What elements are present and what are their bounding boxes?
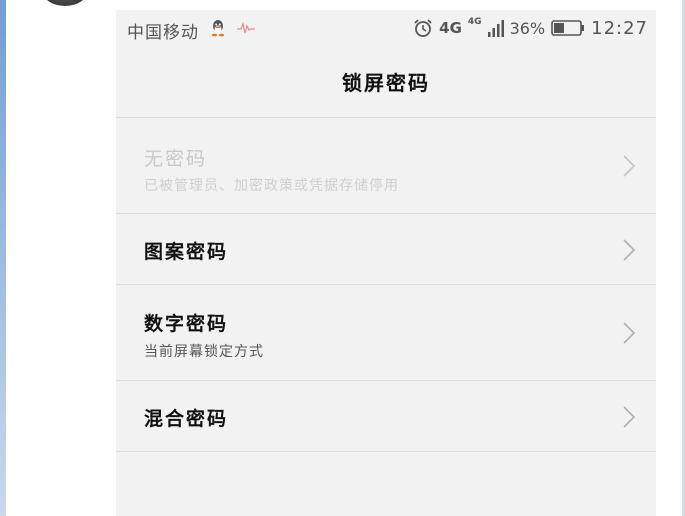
title-bar: 锁屏密码: [116, 46, 656, 118]
option-pin-password[interactable]: 数字密码 当前屏幕锁定方式: [116, 285, 656, 381]
pulse-icon: [237, 22, 255, 34]
network-type: 4G: [439, 19, 462, 37]
option-label: 图案密码: [144, 241, 229, 263]
option-pattern-password[interactable]: 图案密码: [116, 214, 656, 285]
qq-icon: [211, 20, 225, 37]
option-no-password[interactable]: 无密码 已被管理员、加密政策或凭据存储停用: [116, 118, 656, 214]
page-title: 锁屏密码: [342, 71, 430, 95]
network-type-small: 4G: [467, 17, 482, 27]
alarm-icon: [414, 19, 432, 37]
option-label: 数字密码: [144, 313, 229, 335]
option-label: 混合密码: [144, 408, 229, 430]
carrier-name: 中国移动: [127, 23, 199, 43]
chevron-right-icon: [623, 155, 636, 177]
screenshot-canvas: 中国移动 4G 4G 36% 12:27 锁屏密码 无密码 已被管理员、加密政策…: [0, 0, 685, 516]
status-right: 4G 4G 36% 12:27: [413, 16, 648, 40]
status-time: 12:27: [591, 17, 648, 39]
chevron-right-icon: [623, 322, 636, 344]
lock-option-list: 无密码 已被管理员、加密政策或凭据存储停用 图案密码 数字密码 当前屏幕锁定方式: [116, 118, 656, 452]
battery-percent: 36%: [509, 18, 546, 38]
window-left-edge: [0, 0, 6, 516]
status-bar: 中国移动 4G 4G 36% 12:27: [116, 10, 656, 46]
chevron-right-icon: [623, 406, 636, 428]
battery-icon: [551, 20, 585, 36]
option-sublabel: 当前屏幕锁定方式: [144, 344, 264, 360]
option-mixed-password[interactable]: 混合密码: [116, 381, 656, 452]
option-sublabel: 已被管理员、加密政策或凭据存储停用: [144, 178, 399, 194]
avatar: [42, 0, 88, 6]
option-label: 无密码: [144, 148, 208, 170]
chevron-right-icon: [623, 239, 636, 261]
phone-screen: 中国移动 4G 4G 36% 12:27 锁屏密码 无密码 已被管理员、加密政策…: [116, 10, 656, 516]
signal-icon: [487, 20, 504, 37]
